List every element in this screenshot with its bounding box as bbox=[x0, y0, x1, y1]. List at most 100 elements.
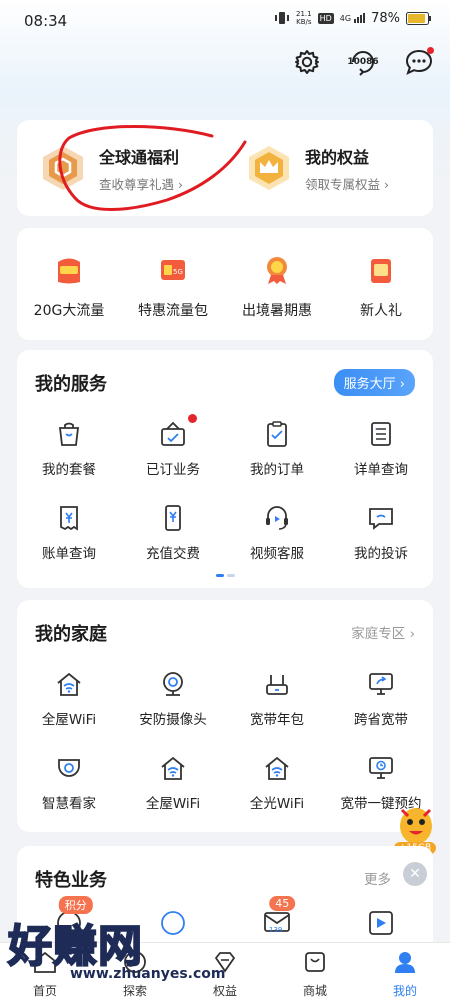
family-label: 全光WiFi bbox=[249, 796, 305, 812]
status-icons: 21.1 KB/s HD 4G 78% bbox=[274, 10, 432, 26]
hotline-button[interactable]: 10086 bbox=[346, 45, 380, 79]
vibrate-icon bbox=[275, 12, 290, 24]
promo-card: 20G大流量 5G 特惠流量包 出境暑期惠 新人礼 bbox=[17, 228, 433, 340]
net-speed: 21.1 KB/s bbox=[296, 10, 312, 26]
service-label: 详单查询 bbox=[354, 462, 408, 478]
my-family-card: 我的家庭 家庭专区 › 全屋WiFi 安防摄像头 宽带年包 跨省宽带 智慧看家 … bbox=[17, 600, 433, 832]
family-label: 全屋WiFi bbox=[41, 712, 97, 728]
my-rights-title: 我的权益 bbox=[305, 147, 370, 167]
net-speed-unit: KB/s bbox=[296, 18, 312, 26]
family-whole-home-wifi[interactable]: 全屋WiFi bbox=[17, 670, 121, 728]
house-wifi-icon bbox=[265, 756, 289, 780]
tab-rights[interactable]: 权益 bbox=[180, 949, 270, 999]
service-label: 充值交费 bbox=[146, 546, 200, 562]
user-icon bbox=[395, 952, 415, 973]
service-label: 已订业务 bbox=[146, 462, 200, 478]
promo-data-pack[interactable]: 5G 特惠流量包 bbox=[121, 254, 225, 320]
service-detail-query[interactable]: 详单查询 bbox=[329, 420, 433, 478]
shopping-bag-icon bbox=[305, 952, 325, 972]
promo-summer-travel[interactable]: 出境暑期惠 bbox=[225, 254, 329, 320]
promo-newcomer-gift[interactable]: 新人礼 bbox=[329, 254, 433, 320]
top-action-bar: 10086 bbox=[290, 44, 436, 80]
points-badge: 积分 bbox=[58, 896, 93, 914]
settings-button[interactable] bbox=[290, 45, 324, 79]
tab-explore[interactable]: 探索 bbox=[90, 949, 180, 999]
battery-percent: 78% bbox=[371, 10, 400, 26]
mail-label: 139 bbox=[269, 926, 283, 934]
family-broadband-annual[interactable]: 宽带年包 bbox=[225, 670, 329, 728]
special-title: 特色业务 bbox=[35, 870, 107, 891]
family-smart-home-watch[interactable]: 智慧看家 bbox=[17, 754, 121, 812]
service-label: 视频客服 bbox=[250, 546, 304, 562]
special-139-mail[interactable]: 45 139 bbox=[225, 896, 329, 940]
tab-label: 权益 bbox=[212, 984, 237, 998]
service-recharge[interactable]: 充值交费 bbox=[121, 504, 225, 562]
globe-icon bbox=[161, 911, 185, 935]
tab-label: 我的 bbox=[392, 984, 417, 998]
home-icon bbox=[34, 951, 56, 973]
special-item-4[interactable] bbox=[329, 908, 433, 942]
house-wifi-icon bbox=[161, 756, 185, 780]
promo-label: 新人礼 bbox=[360, 303, 402, 319]
services-title: 我的服务 bbox=[35, 374, 107, 395]
promo-label: 特惠流量包 bbox=[138, 303, 208, 319]
family-all-optical-wifi[interactable]: 全光WiFi bbox=[225, 754, 329, 812]
clipboard-check-icon bbox=[267, 421, 287, 447]
monitor-share-icon bbox=[369, 673, 393, 695]
special-more-link[interactable]: 更多 bbox=[364, 868, 391, 888]
family-label: 宽带年包 bbox=[250, 712, 304, 728]
status-time: 08:34 bbox=[24, 12, 68, 30]
status-bar: 08:34 21.1 KB/s HD 4G 78% bbox=[0, 0, 450, 44]
family-cross-province-broadband[interactable]: 跨省宽带 bbox=[329, 670, 433, 728]
bill-yen-icon bbox=[60, 506, 78, 531]
phone-yen-icon bbox=[165, 505, 181, 531]
red-envelope-icon bbox=[58, 258, 80, 284]
bag-icon bbox=[58, 422, 80, 446]
monitor-clock-icon bbox=[369, 757, 393, 779]
family-security-camera[interactable]: 安防摄像头 bbox=[121, 670, 225, 728]
dome-camera-icon bbox=[58, 759, 80, 777]
service-bill-query[interactable]: 账单查询 bbox=[17, 504, 121, 562]
special-points[interactable]: 积分 bbox=[17, 896, 121, 942]
messages-button[interactable] bbox=[402, 45, 436, 79]
headset-play-icon bbox=[266, 506, 288, 530]
tab-home[interactable]: 首页 bbox=[0, 949, 90, 999]
service-label: 我的投诉 bbox=[354, 546, 408, 562]
family-whole-home-wifi-2[interactable]: 全屋WiFi bbox=[121, 754, 225, 812]
tab-label: 商城 bbox=[302, 984, 327, 998]
hotline-label: 10086 bbox=[347, 57, 379, 67]
benefits-card: 全球通福利 查收尊享礼遇 › 我的权益 领取专属权益 › bbox=[17, 120, 433, 216]
service-my-plan[interactable]: 我的套餐 bbox=[17, 420, 121, 478]
page-indicator bbox=[216, 574, 235, 577]
house-wifi-icon bbox=[57, 672, 81, 696]
gem-icon bbox=[214, 952, 236, 973]
net-speed-value: 21.1 bbox=[296, 10, 312, 18]
close-icon: ✕ bbox=[409, 866, 421, 882]
service-video-support[interactable]: 视频客服 bbox=[225, 504, 329, 562]
service-label: 账单查询 bbox=[42, 546, 96, 562]
list-document-icon bbox=[371, 422, 391, 446]
service-subscribed[interactable]: 已订业务 bbox=[121, 414, 225, 478]
explore-icon bbox=[124, 951, 146, 973]
router-icon bbox=[266, 675, 288, 695]
tab-mine[interactable]: 我的 bbox=[360, 949, 450, 999]
tab-mall[interactable]: 商城 bbox=[270, 949, 360, 999]
family-label: 安防摄像头 bbox=[139, 712, 207, 728]
service-my-complaints[interactable]: 我的投诉 bbox=[329, 504, 433, 562]
signal-icon: 4G bbox=[340, 13, 366, 23]
complaint-chat-icon bbox=[369, 508, 393, 530]
tab-label: 探索 bbox=[122, 984, 147, 998]
play-icon bbox=[369, 911, 393, 935]
close-button[interactable]: ✕ bbox=[403, 862, 427, 886]
mail-count-badge: 45 bbox=[269, 896, 296, 911]
security-camera-icon bbox=[163, 672, 183, 696]
gear-icon bbox=[295, 50, 319, 74]
sim-5g-icon: 5G bbox=[161, 260, 185, 280]
svg-text:5G: 5G bbox=[173, 268, 183, 276]
special-item-2[interactable] bbox=[121, 908, 225, 942]
family-zone-link[interactable]: 家庭专区 › bbox=[351, 622, 415, 642]
service-my-orders[interactable]: 我的订单 bbox=[225, 420, 329, 478]
service-hall-button[interactable]: 服务大厅 › bbox=[333, 369, 415, 396]
family-label: 跨省宽带 bbox=[354, 712, 408, 728]
promo-20g-data[interactable]: 20G大流量 bbox=[17, 254, 121, 320]
